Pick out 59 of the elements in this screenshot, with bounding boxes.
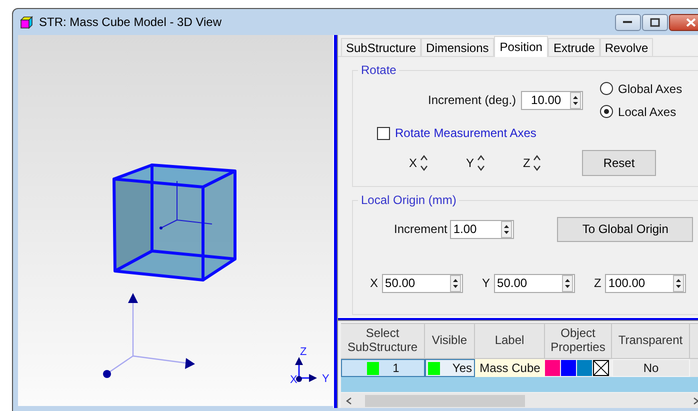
column-header[interactable]: Select SubStructure: [341, 323, 425, 359]
column-header[interactable]: Object Properties: [545, 323, 612, 359]
column-header[interactable]: Label: [475, 323, 545, 359]
up-down-arrows-icon[interactable]: [419, 153, 430, 173]
spin-button-icon[interactable]: [570, 92, 582, 108]
radio-button[interactable]: [600, 105, 614, 118]
group-title: Local Origin (mm): [360, 193, 458, 207]
tab[interactable]: SubStructure: [341, 38, 422, 56]
color-swatch[interactable]: [577, 360, 592, 376]
3d-viewport[interactable]: Z X Y: [18, 35, 333, 406]
visible-value: Yes: [452, 361, 472, 375]
minimize-button[interactable]: [615, 14, 641, 30]
axis-label: X: [290, 374, 298, 386]
label-cell: Mass Cube: [475, 359, 545, 377]
transparent-cell[interactable]: No: [612, 359, 690, 377]
field-label: Y: [482, 276, 490, 290]
triad-drawing: [295, 357, 317, 382]
visible-cell[interactable]: Yes: [425, 359, 475, 377]
color-swatch[interactable]: [545, 360, 560, 376]
up-down-arrows-icon[interactable]: [532, 153, 542, 173]
radio-label: Local Axes: [618, 104, 676, 118]
field-label: X: [370, 276, 378, 290]
tab[interactable]: Revolve: [600, 38, 654, 56]
to-global-origin-button[interactable]: To Global Origin: [557, 216, 694, 242]
column-header[interactable]: Visible: [425, 323, 475, 359]
minimize-icon: [623, 20, 633, 24]
close-icon: [686, 18, 696, 26]
color-swatch[interactable]: [561, 360, 576, 376]
axis-label: Z: [300, 346, 307, 358]
spin-button-icon[interactable]: [450, 274, 462, 292]
radio-label: Global Axes: [618, 82, 682, 96]
tab[interactable]: Position: [494, 36, 548, 57]
group-title: Rotate: [360, 63, 398, 77]
cube-icon: [20, 16, 33, 28]
field-label: Z: [594, 276, 602, 290]
radio-button[interactable]: [600, 82, 614, 95]
checkbox[interactable]: [377, 126, 390, 140]
horizontal-scrollbar[interactable]: [341, 393, 698, 408]
field-label: Increment: [394, 222, 448, 236]
spin-button-icon[interactable]: [562, 274, 574, 292]
maximize-button[interactable]: [642, 14, 668, 30]
axis-label: X: [409, 156, 418, 170]
field-label: Increment (deg.): [428, 93, 516, 107]
window-title: STR: Mass Cube Model - 3D View: [39, 15, 222, 29]
splitter[interactable]: [333, 35, 338, 408]
maximize-icon: [650, 18, 660, 26]
axis-label: Y: [466, 156, 474, 170]
tab[interactable]: Extrude: [548, 38, 600, 56]
spin-button-icon[interactable]: [673, 274, 684, 292]
spin-button-icon[interactable]: [501, 220, 512, 238]
checkbox-label: Rotate Measurement Axes: [395, 126, 536, 140]
reset-button[interactable]: Reset: [582, 150, 656, 176]
up-down-arrows-icon[interactable]: [476, 153, 486, 173]
axis-label: Y: [322, 373, 330, 385]
tab[interactable]: Dimensions: [421, 38, 494, 56]
axis-label: Z: [523, 156, 530, 170]
select-cell[interactable]: 1: [341, 359, 425, 377]
row-number: 1: [392, 361, 400, 375]
column-header[interactable]: Transparent: [612, 323, 690, 359]
